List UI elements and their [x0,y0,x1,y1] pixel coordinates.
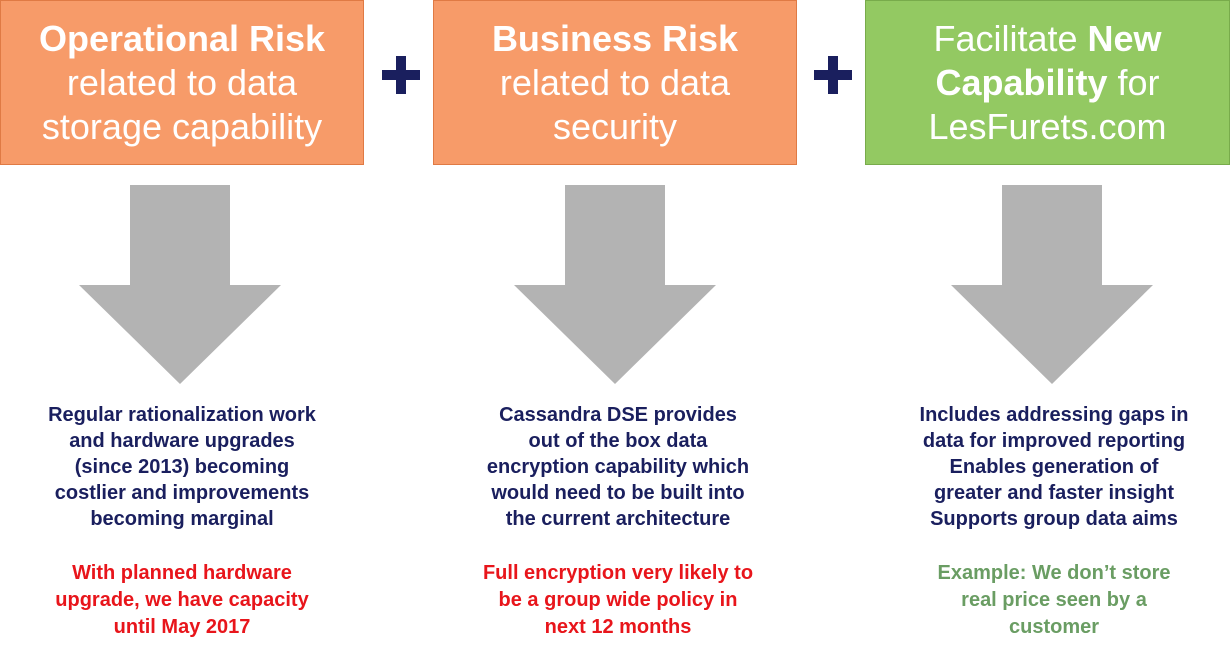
down-arrow-icon [514,185,716,384]
new-capability-note: Example: We don’t store real price seen … [937,562,1171,638]
plus-icon [814,56,852,94]
operational-risk-subtitle-line-2: storage capability [41,105,323,147]
business-risk-box: Business Risk related to data security [433,0,797,165]
new-capability-title-site: LesFurets.com [928,105,1167,147]
business-risk-title: Business Risk [491,17,739,59]
plus-icon [382,56,420,94]
business-risk-description: Cassandra DSE provides out of the box da… [486,404,750,530]
business-risk-subtitle-line-1: related to data [499,61,731,103]
operational-risk-note: With planned hardware upgrade, we have c… [55,562,309,638]
new-capability-title-suffix: for [1107,61,1160,103]
operational-risk-box: Operational Risk related to data storage… [0,0,364,165]
operational-risk-title: Operational Risk [38,17,326,59]
new-capability-title-bold-2: Capability [935,61,1108,103]
business-risk-note: Full encryption very likely to be a grou… [482,562,754,638]
down-arrow-icon [951,185,1153,384]
new-capability-title-prefix: Facilitate [933,17,1088,59]
down-arrow-icon [79,185,281,384]
business-risk-subtitle-line-2: security [552,105,678,147]
new-capability-title-bold-1: New [1087,17,1162,59]
new-capability-box: Facilitate New Capability for LesFurets.… [865,0,1230,165]
new-capability-description: Includes addressing gaps in data for imp… [919,404,1189,530]
operational-risk-description: Regular rationalization work and hardwar… [48,404,316,530]
operational-risk-subtitle-line-1: related to data [66,61,298,103]
